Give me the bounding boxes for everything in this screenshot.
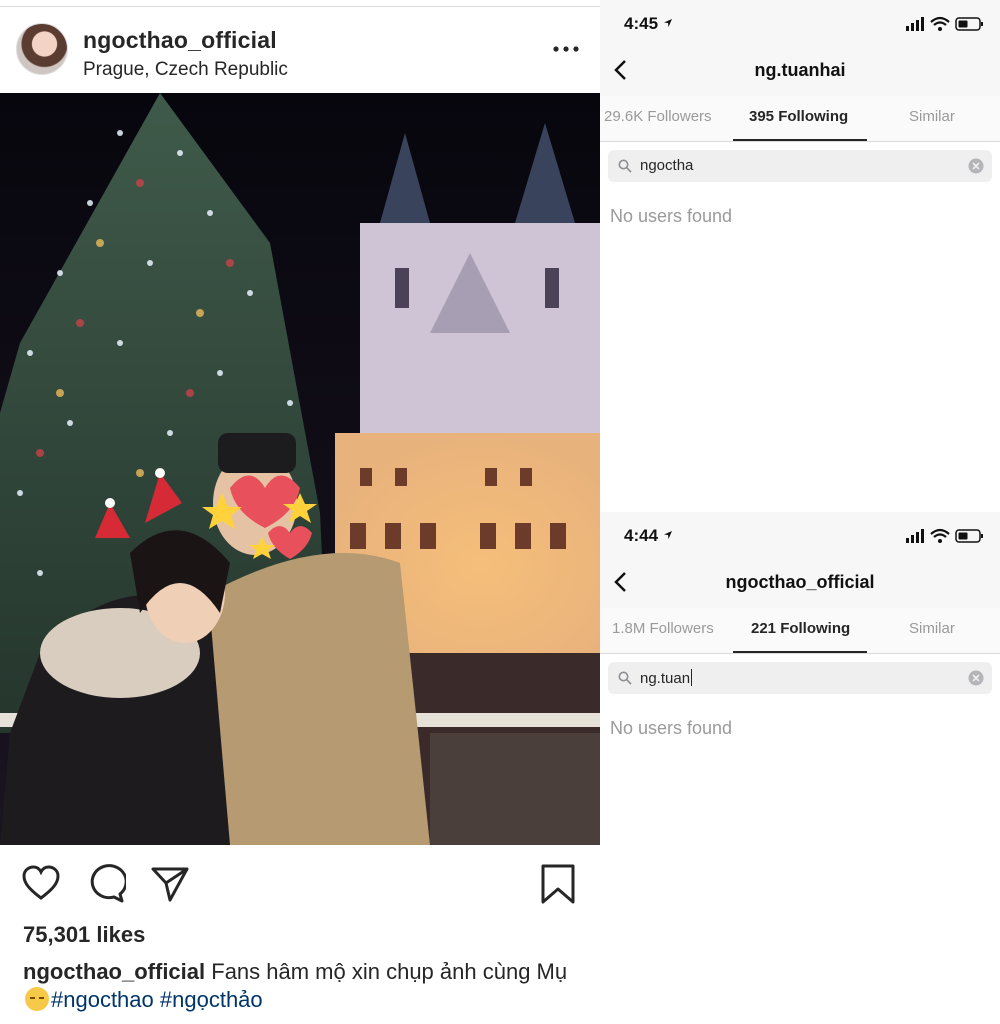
hashtag-link[interactable]: #ngọcthảo: [160, 987, 263, 1012]
post-username[interactable]: ngocthao_official: [83, 27, 277, 54]
tab-similar[interactable]: Similar: [909, 620, 955, 637]
nav-bar: ng.tuanhai: [600, 46, 1000, 96]
search-value: ng.tuan: [640, 669, 693, 687]
caption-username[interactable]: ngocthao_official: [23, 959, 205, 984]
profile-title: ng.tuanhai: [754, 60, 846, 80]
tab-following[interactable]: 221 Following: [751, 620, 850, 637]
follow-tabs: 29.6K Followers 395 Following Similar: [600, 96, 1000, 142]
tab-followers[interactable]: 29.6K Followers: [604, 108, 712, 125]
status-time: 4:44: [624, 526, 673, 546]
share-icon[interactable]: [150, 864, 190, 904]
clear-search-icon[interactable]: [968, 158, 984, 174]
nav-bar: ngocthao_official: [600, 558, 1000, 608]
follow-tabs: 1.8M Followers 221 Following Similar: [600, 608, 1000, 654]
bookmark-icon[interactable]: [538, 864, 578, 904]
wifi-icon: [930, 528, 950, 543]
instagram-post: ngocthao_official Prague, Czech Republic: [0, 0, 600, 1024]
search-icon: [618, 671, 632, 685]
active-tab-indicator: [733, 139, 867, 141]
post-location[interactable]: Prague, Czech Republic: [83, 59, 288, 81]
heart-icon[interactable]: [21, 864, 61, 904]
post-caption: ngocthao_official Fans hâm mộ xin chụp ả…: [23, 958, 583, 1014]
search-input[interactable]: ngoctha: [608, 150, 992, 182]
search-input[interactable]: ng.tuan: [608, 662, 992, 694]
signal-icon: [906, 17, 924, 31]
tab-similar[interactable]: Similar: [909, 108, 955, 125]
search-icon: [618, 159, 632, 173]
empty-state-message: No users found: [610, 206, 733, 226]
likes-count[interactable]: 75,301 likes: [23, 922, 145, 948]
clear-search-icon[interactable]: [968, 670, 984, 686]
battery-icon: [955, 17, 983, 31]
location-arrow-icon: [663, 19, 672, 27]
status-icons: [906, 528, 983, 543]
post-header: ngocthao_official Prague, Czech Republic: [0, 6, 600, 94]
post-actions: [0, 852, 600, 912]
status-bar: 4:45: [600, 0, 1000, 46]
comment-icon[interactable]: [86, 864, 126, 904]
wifi-icon: [930, 16, 950, 31]
location-arrow-icon: [663, 531, 672, 539]
caption-text: Fans hâm mộ xin chụp ảnh cùng Mụ: [211, 959, 568, 984]
avatar[interactable]: [16, 23, 68, 75]
status-time: 4:45: [624, 14, 673, 34]
post-photo[interactable]: [0, 93, 600, 845]
following-screen-top: 4:45 ng.tuanhai 29.6K Followers 395 Foll…: [600, 0, 1000, 512]
signal-icon: [906, 529, 924, 543]
search-value: ngoctha: [640, 157, 694, 174]
active-tab-indicator: [733, 651, 867, 653]
more-icon[interactable]: [552, 44, 580, 54]
relieved-face-emoji-icon: [25, 987, 49, 1011]
profile-title: ngocthao_official: [725, 572, 875, 592]
tab-following[interactable]: 395 Following: [749, 108, 848, 125]
following-screen-bottom: 4:44 ngocthao_official 1.8M Followers 22…: [600, 512, 1000, 1024]
tab-followers[interactable]: 1.8M Followers: [612, 620, 714, 637]
status-bar: 4:44: [600, 512, 1000, 558]
empty-state-message: No users found: [610, 718, 733, 738]
hashtag-link[interactable]: #ngocthao: [51, 987, 154, 1012]
status-icons: [906, 16, 983, 31]
battery-icon: [955, 529, 983, 543]
text-cursor: [691, 669, 693, 686]
